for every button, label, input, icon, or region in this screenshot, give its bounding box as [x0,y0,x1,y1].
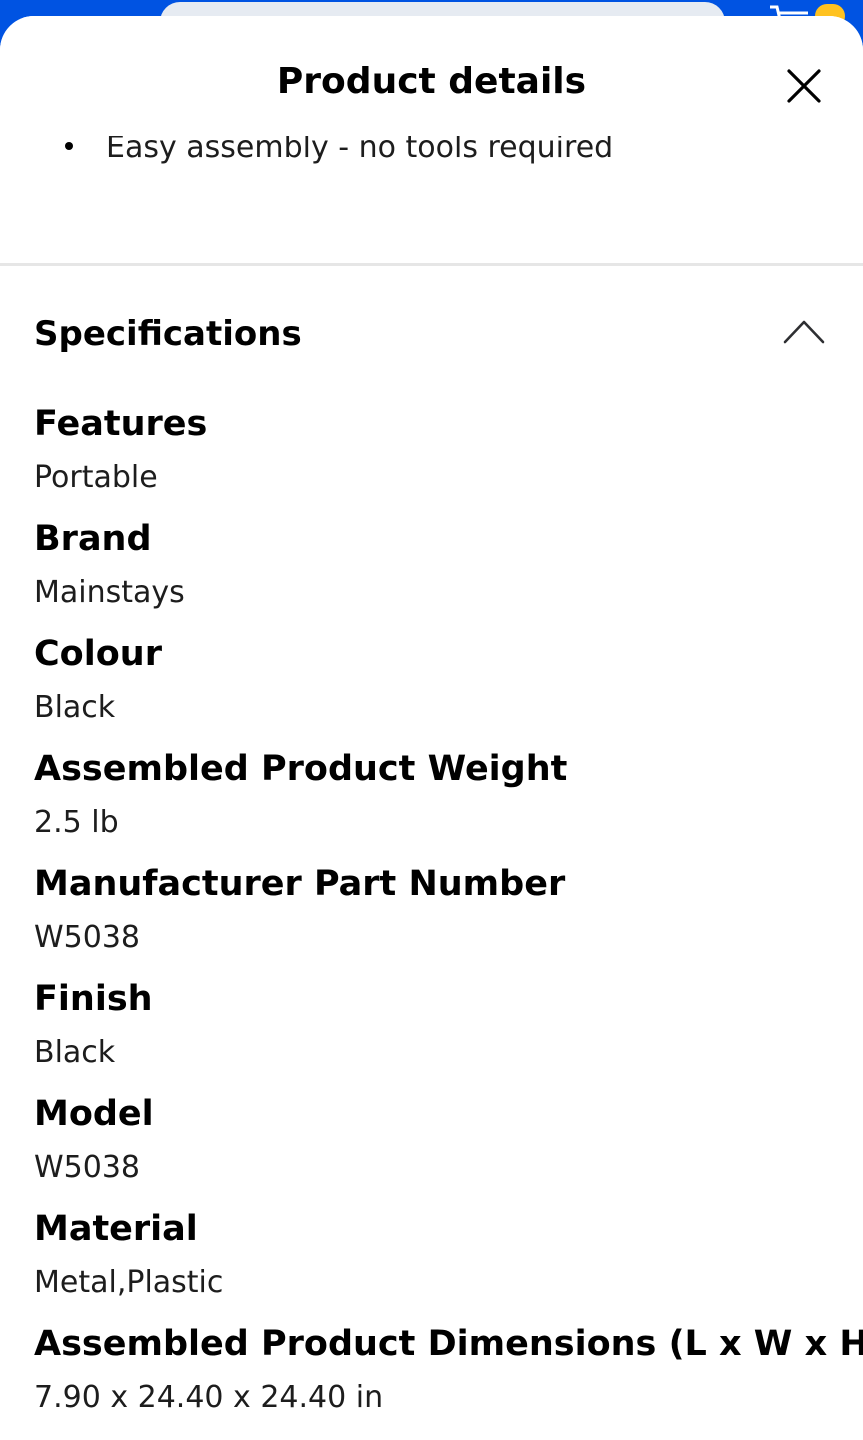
product-details-sheet: Easy assembly - no tools required Produc… [0,16,863,1440]
spec-value: 2.5 lb [34,805,119,840]
spec-row-brand: Brand Mainstays [34,515,834,630]
spec-value: 7.90 x 24.40 x 24.40 in [34,1380,384,1415]
spec-row-colour: Colour Black [34,630,834,745]
sheet-header: Product details [0,16,863,136]
chevron-up-icon [783,320,825,344]
spec-value: Mainstays [34,575,185,610]
spec-row-features: Features Portable [34,400,834,515]
spec-label: Colour [34,634,162,674]
spec-label: Model [34,1094,154,1134]
spec-row-dimensions: Assembled Product Dimensions (L x W x H)… [34,1320,863,1435]
spec-row-material: Material Metal,Plastic [34,1205,834,1320]
spec-value: Metal,Plastic [34,1265,224,1300]
spec-value: W5038 [34,1150,141,1185]
spec-row-weight: Assembled Product Weight 2.5 lb [34,745,834,860]
spec-label: Assembled Product Weight [34,749,568,789]
bullet-dot [65,142,73,150]
spec-row-finish: Finish Black [34,975,834,1090]
close-button[interactable] [778,60,830,112]
spec-label: Manufacturer Part Number [34,864,566,904]
spec-label: Material [34,1209,198,1249]
specifications-toggle[interactable]: Specifications [0,296,863,376]
close-icon [787,69,821,103]
spec-row-part-number: Manufacturer Part Number W5038 [34,860,834,975]
spec-label: Finish [34,979,153,1019]
spec-label: Brand [34,519,152,559]
spec-label: Assembled Product Dimensions (L x W x H) [34,1324,863,1364]
spec-value: Black [34,1035,116,1070]
spec-label: Features [34,404,208,444]
specifications-title: Specifications [34,314,302,354]
sheet-title: Product details [276,61,587,102]
spec-value: Black [34,690,116,725]
spec-value: W5038 [34,920,141,955]
spec-value: Portable [34,460,158,495]
specifications-list: Features Portable Brand Mainstays Colour… [34,400,863,1435]
spec-row-model: Model W5038 [34,1090,834,1205]
section-divider [0,263,863,266]
